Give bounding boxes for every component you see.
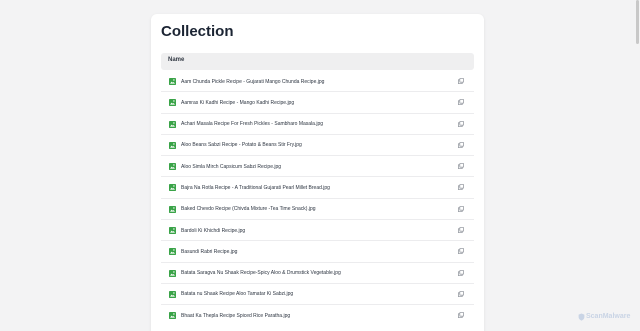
table-row[interactable]: Batata Saragva Nu Shaak Recipe-Spicy Alo… bbox=[161, 263, 474, 284]
file-name[interactable]: Aloo Simla Mirch Capsicum Sabzi Recipe.j… bbox=[181, 164, 281, 170]
table-row[interactable]: Aamras Ki Kadhi Recipe - Mango Kadhi Rec… bbox=[161, 92, 474, 114]
table-row[interactable]: Aam Chunda Pickle Recipe - Gujarati Mang… bbox=[161, 71, 474, 93]
watermark-text: ScanMalware bbox=[586, 313, 631, 320]
copy-icon[interactable] bbox=[458, 205, 464, 212]
table-row[interactable]: Aloo Simla Mirch Capsicum Sabzi Recipe.j… bbox=[161, 156, 474, 178]
copy-icon[interactable] bbox=[458, 120, 464, 127]
file-name[interactable]: Bardoli Ki Khichdi Recipe.jpg bbox=[181, 228, 245, 234]
copy-icon[interactable] bbox=[458, 141, 464, 148]
table-row[interactable]: Baked Chevdo Recipe (Chivda Mixture -Tea… bbox=[161, 199, 474, 221]
copy-icon[interactable] bbox=[458, 269, 464, 276]
table-row[interactable]: Basundi Rabri Recipe.jpg bbox=[161, 241, 474, 263]
copy-icon[interactable] bbox=[458, 290, 464, 297]
image-icon bbox=[169, 312, 176, 320]
image-icon bbox=[169, 205, 176, 213]
table-row[interactable]: Bhaat Ka Thepla Recipe Spiced Rice Parat… bbox=[161, 305, 474, 326]
file-name[interactable]: Aloo Beans Sabzi Recipe - Potato & Beans… bbox=[181, 142, 302, 148]
image-icon bbox=[169, 269, 176, 277]
file-name[interactable]: Achari Masala Recipe For Fresh Pickles -… bbox=[181, 121, 323, 127]
file-list: Aam Chunda Pickle Recipe - Gujarati Mang… bbox=[161, 71, 474, 327]
name-column-header: Name bbox=[168, 57, 185, 63]
image-icon bbox=[169, 163, 176, 171]
copy-icon[interactable] bbox=[458, 312, 464, 319]
copy-icon[interactable] bbox=[458, 248, 464, 255]
table-row[interactable]: Bardoli Ki Khichdi Recipe.jpg bbox=[161, 220, 474, 242]
table-row[interactable]: Aloo Beans Sabzi Recipe - Potato & Beans… bbox=[161, 135, 474, 157]
collection-card: Collection Name Aam Chunda Pickle Recipe… bbox=[151, 14, 484, 331]
table-header: Name bbox=[161, 53, 474, 70]
watermark: ScanMalware bbox=[578, 312, 630, 322]
file-name[interactable]: Aam Chunda Pickle Recipe - Gujarati Mang… bbox=[181, 79, 324, 85]
copy-icon[interactable] bbox=[458, 78, 464, 84]
image-icon bbox=[169, 78, 176, 85]
image-icon bbox=[169, 184, 176, 192]
table-row[interactable]: Bajra Na Rotla Recipe - A Traditional Gu… bbox=[161, 177, 474, 199]
image-icon bbox=[169, 248, 176, 256]
file-name[interactable]: Basundi Rabri Recipe.jpg bbox=[181, 249, 237, 255]
image-icon bbox=[169, 99, 176, 107]
file-name[interactable]: Bhaat Ka Thepla Recipe Spiced Rice Parat… bbox=[181, 313, 290, 319]
file-name[interactable]: Batata Saragva Nu Shaak Recipe-Spicy Alo… bbox=[181, 270, 341, 276]
image-icon bbox=[169, 120, 176, 128]
file-name[interactable]: Baked Chevdo Recipe (Chivda Mixture -Tea… bbox=[181, 206, 316, 212]
shield-icon bbox=[578, 313, 585, 321]
image-icon bbox=[169, 290, 176, 298]
image-icon bbox=[169, 141, 176, 149]
copy-icon[interactable] bbox=[458, 184, 464, 191]
copy-icon[interactable] bbox=[458, 227, 464, 234]
file-name[interactable]: Aamras Ki Kadhi Recipe - Mango Kadhi Rec… bbox=[181, 100, 294, 106]
copy-icon[interactable] bbox=[458, 99, 464, 106]
file-name[interactable]: Bajra Na Rotla Recipe - A Traditional Gu… bbox=[181, 185, 330, 191]
table-row[interactable]: Batata nu Shaak Recipe Aloo Tamatar Ki S… bbox=[161, 284, 474, 306]
file-name[interactable]: Batata nu Shaak Recipe Aloo Tamatar Ki S… bbox=[181, 291, 293, 297]
page-title: Collection bbox=[161, 23, 234, 40]
image-icon bbox=[169, 227, 176, 235]
table-row[interactable]: Achari Masala Recipe For Fresh Pickles -… bbox=[161, 114, 474, 135]
copy-icon[interactable] bbox=[458, 163, 464, 170]
scrollbar[interactable] bbox=[636, 0, 639, 44]
